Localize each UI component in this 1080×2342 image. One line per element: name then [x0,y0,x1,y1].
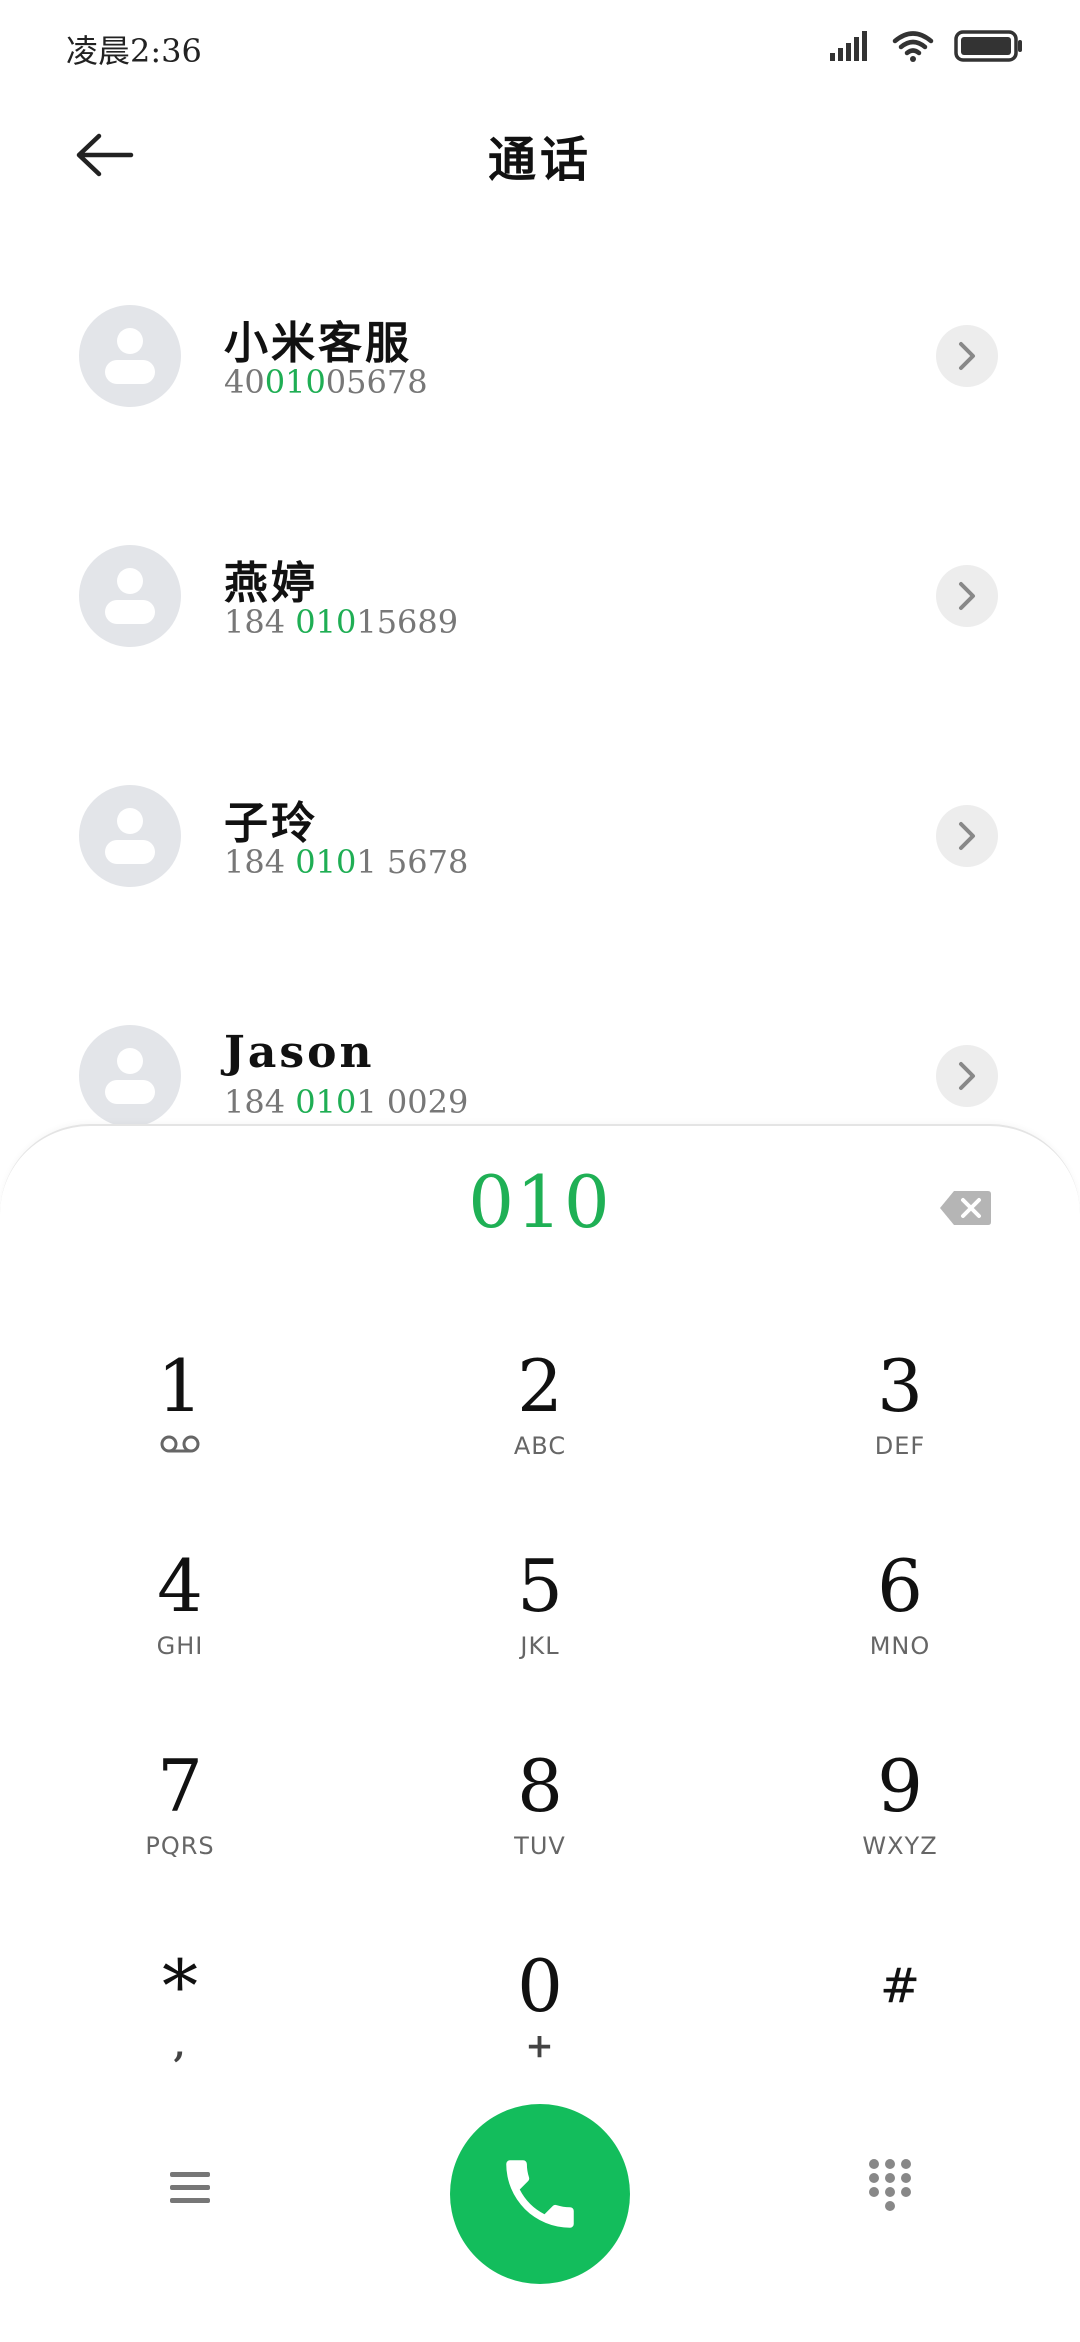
avatar [79,305,181,407]
key-digit: 9 [877,1744,923,1828]
top-bar: 通话 [0,100,1080,210]
keypad-toggle-button[interactable] [864,2156,916,2220]
status-icons [830,30,1024,62]
call-button[interactable] [450,2104,630,2284]
key-letters: TUV [514,1832,566,1860]
contact-number: 4001005678 [224,363,428,401]
chevron-right-icon [959,342,975,370]
key-letters: WXYZ [862,1832,938,1860]
key-2[interactable]: 2 ABC [390,1326,690,1506]
contact-item[interactable]: 子玲 184 0101 5678 [0,735,1080,975]
key-digit: 4 [157,1544,203,1628]
menu-icon [170,2172,210,2203]
signal-icon [830,31,867,61]
contact-list: 小米客服 4001005678 燕婷 184 01015689 子玲 184 0… [0,255,1080,1215]
avatar [79,1025,181,1127]
status-time: 凌晨2:36 [66,32,202,70]
contact-number: 184 01015689 [224,603,459,641]
phone-icon [506,2160,574,2228]
contact-name: Jason [224,1027,375,1078]
key-digit: 6 [877,1544,923,1628]
battery-icon [954,30,1022,62]
backspace-button[interactable] [938,1188,992,1228]
chevron-right-icon [959,582,975,610]
key-hash[interactable]: # [750,1926,1050,2106]
contact-detail-button[interactable] [936,1045,998,1107]
contact-number: 184 0101 5678 [224,843,469,881]
contact-detail-button[interactable] [936,325,998,387]
key-7[interactable]: 7 PQRS [30,1726,330,1906]
key-digit: 0 [517,1944,563,2028]
voicemail-icon [30,1432,330,1462]
key-digit: 2 [517,1344,563,1428]
key-1[interactable]: 1 [30,1326,330,1506]
key-digit: 1 [157,1344,203,1428]
bottom-action-bar [0,2100,1080,2290]
key-letters: JKL [520,1632,560,1660]
key-5[interactable]: 5 JKL [390,1526,690,1706]
menu-button[interactable] [166,2166,214,2210]
avatar [79,785,181,887]
key-digit: * [162,1944,198,2028]
key-letters: , [173,2026,187,2066]
key-4[interactable]: 4 GHI [30,1526,330,1706]
key-digit: 8 [517,1744,563,1828]
page-title: 通话 [487,132,592,188]
contact-detail-button[interactable] [936,565,998,627]
key-3[interactable]: 3 DEF [750,1326,1050,1506]
keypad-icon [869,2159,911,2211]
key-6[interactable]: 6 MNO [750,1526,1050,1706]
status-bar: 凌晨2:36 [0,0,1080,100]
key-letters: DEF [874,1432,926,1460]
key-digit: # [879,1958,921,2014]
key-letters: PQRS [145,1832,215,1860]
backspace-icon [940,1191,991,1225]
key-8[interactable]: 8 TUV [390,1726,690,1906]
key-0[interactable]: 0 + [390,1926,690,2106]
avatar [79,545,181,647]
contact-item[interactable]: 小米客服 4001005678 [0,255,1080,495]
contact-number: 184 0101 0029 [224,1083,469,1121]
key-letters: ABC [513,1432,567,1460]
key-9[interactable]: 9 WXYZ [750,1726,1050,1906]
key-star[interactable]: * , [30,1926,330,2106]
key-digit: 7 [157,1744,203,1828]
chevron-right-icon [959,1062,975,1090]
dial-input-display: 010 [468,1160,612,1244]
contact-item[interactable]: 燕婷 184 01015689 [0,495,1080,735]
key-digit: 5 [517,1544,563,1628]
contact-name: 子玲 [224,798,318,849]
contact-name: 燕婷 [224,558,318,609]
contact-name: 小米客服 [224,318,412,369]
key-letters: MNO [869,1632,931,1660]
key-letters: GHI [156,1632,204,1660]
key-letters: + [525,2026,555,2066]
key-digit: 3 [877,1344,923,1428]
contact-detail-button[interactable] [936,805,998,867]
wifi-icon [892,31,934,62]
chevron-right-icon [959,822,975,850]
